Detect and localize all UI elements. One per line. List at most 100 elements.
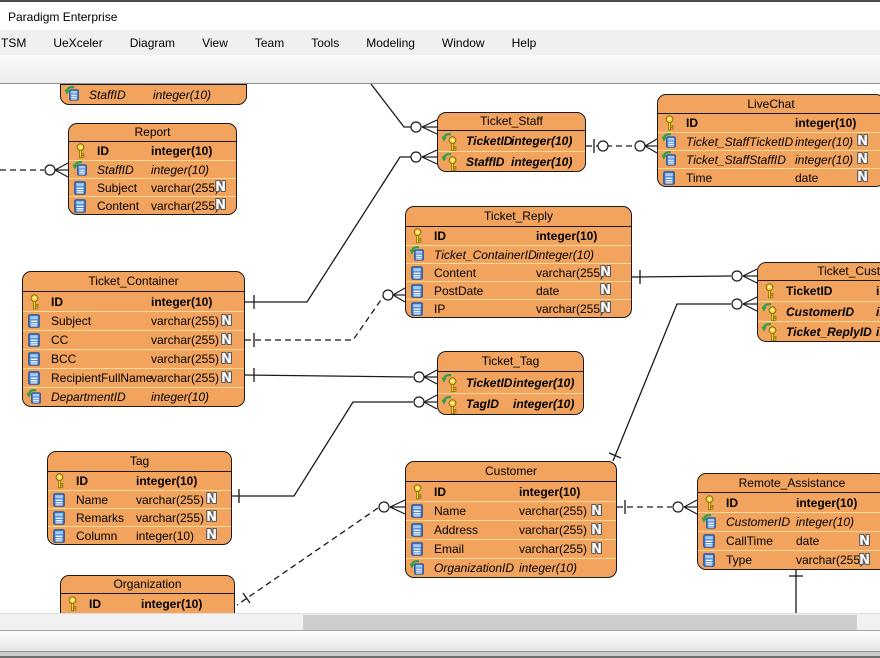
menu-view[interactable]: View: [202, 36, 228, 50]
erd-table-livechat[interactable]: LiveChatIDinteger(10)Ticket_StaffTicketI…: [657, 94, 880, 187]
erd-table-ticket_custom[interactable]: Ticket_CustomTicketIDinteger(10)Customer…: [757, 262, 880, 342]
table-row-email[interactable]: Emailvarchar(255)N: [406, 539, 616, 558]
relationship-connector[interactable]: [586, 139, 657, 153]
table-row-ip[interactable]: IPvarchar(255)N: [406, 299, 631, 317]
table-row-staffid[interactable]: StaffIDinteger(10): [438, 151, 585, 171]
erd-table-ticket_reply[interactable]: Ticket_ReplyIDinteger(10)Ticket_Containe…: [405, 206, 632, 318]
table-row-ticketid[interactable]: TicketIDinteger(10): [438, 131, 585, 151]
erd-table-customer[interactable]: CustomerIDinteger(10)Namevarchar(255)NAd…: [405, 461, 617, 578]
primary-foreign-key-icon: [443, 152, 461, 171]
table-row-customerid[interactable]: CustomerIDinteger(10): [758, 301, 880, 321]
table-row-time[interactable]: TimedateN: [658, 168, 880, 186]
menu-tsm[interactable]: TSM: [1, 36, 26, 50]
menu-help[interactable]: Help: [512, 36, 537, 50]
menu-team[interactable]: Team: [255, 36, 284, 50]
erd-table-tag[interactable]: TagIDinteger(10)Namevarchar(255)NRemarks…: [47, 451, 232, 545]
table-title: Organization: [61, 576, 234, 594]
table-row-subject[interactable]: Subjectvarchar(255)N: [69, 178, 236, 196]
table-row-remarks[interactable]: Remarksvarchar(255)N: [48, 508, 231, 526]
erd-table-ticket_staff[interactable]: Ticket_StaffTicketIDinteger(10)StaffIDin…: [437, 112, 586, 172]
column-icon: [411, 502, 429, 520]
table-row-content[interactable]: Contentvarchar(255)N: [406, 263, 631, 281]
nullable-icon: N: [221, 314, 232, 329]
table-row-address[interactable]: Addressvarchar(255)N: [406, 520, 616, 539]
table-row-ticketid[interactable]: TicketIDinteger(10): [758, 281, 880, 301]
table-row-recipientfullname[interactable]: RecipientFullNamevarchar(255)N: [23, 368, 244, 387]
table-row-customerid[interactable]: CustomerIDinteger(10): [698, 512, 880, 531]
cardinality-zero-icon: [414, 372, 424, 382]
column-name: ID: [686, 116, 698, 130]
diagram-canvas[interactable]: StaffIDinteger(10)ReportIDinteger(10)Sta…: [0, 84, 880, 613]
table-row-organizationid[interactable]: OrganizationIDinteger(10): [406, 558, 616, 577]
table-row-cc[interactable]: CCvarchar(255)N: [23, 330, 244, 349]
primary-key-icon: [28, 292, 46, 311]
column-name: Ticket_ReplyID: [786, 325, 872, 339]
table-row-postdate[interactable]: PostDatedateN: [406, 281, 631, 299]
cardinality-zero-icon: [598, 141, 608, 151]
table-row-name[interactable]: Namevarchar(255)N: [406, 501, 616, 520]
column-type: integer(10): [511, 134, 572, 148]
relationship-connector[interactable]: [245, 288, 405, 347]
relationship-connector[interactable]: [609, 297, 757, 461]
table-title: Remote_Assistance: [698, 474, 880, 493]
crowfoot-icon: [390, 500, 405, 514]
table-row-id[interactable]: IDinteger(10): [61, 594, 234, 613]
table-row-column[interactable]: Columninteger(10)N: [48, 526, 231, 544]
column-name: TagID: [466, 397, 499, 411]
menu-tools[interactable]: Tools: [311, 36, 339, 50]
table-row-id[interactable]: ID integer(10): [69, 142, 236, 160]
column-type: date: [796, 534, 819, 548]
erd-table-ticket_tag[interactable]: Ticket_TagTicketIDinteger(10)TagIDintege…: [437, 351, 584, 415]
table-row-ticket_containerid[interactable]: Ticket_ContainerIDinteger(10): [406, 245, 631, 263]
table-row-ticketid[interactable]: TicketIDinteger(10): [438, 372, 583, 393]
table-row-tagid[interactable]: TagIDinteger(10): [438, 393, 583, 414]
erd-table-report[interactable]: ReportIDinteger(10)StaffIDinteger(10)Sub…: [68, 123, 237, 215]
table-row-id[interactable]: IDinteger(10): [698, 493, 880, 512]
column-type: date: [536, 284, 559, 298]
scrollbar-thumb[interactable]: [303, 615, 857, 630]
relationship-connector[interactable]: [617, 500, 697, 514]
table-row-id[interactable]: IDinteger(10): [48, 472, 231, 490]
table-row-ticket_replyid[interactable]: Ticket_ReplyIDinteger(10): [758, 321, 880, 341]
erd-table-organization[interactable]: OrganizationIDinteger(10)N: [60, 575, 235, 613]
relationship-connector[interactable]: [0, 163, 68, 177]
relationship-connector[interactable]: [789, 568, 803, 613]
column-icon: [411, 540, 429, 558]
table-row-staffid[interactable]: StaffIDinteger(10): [69, 160, 236, 178]
table-row-id[interactable]: IDinteger(10): [658, 114, 880, 132]
column-type: integer(10): [511, 155, 572, 169]
column-name: ID: [97, 144, 109, 158]
relationship-connector[interactable]: [245, 368, 437, 384]
column-name: ID: [726, 496, 738, 510]
erd-table-ticket_container[interactable]: Ticket_ContainerIDinteger(10)Subjectvarc…: [22, 271, 245, 407]
foreign-key-icon: [411, 559, 429, 577]
column-icon: [28, 312, 46, 330]
menu-diagram[interactable]: Diagram: [130, 36, 175, 50]
menu-window[interactable]: Window: [442, 36, 485, 50]
table-row-name[interactable]: Namevarchar(255)N: [48, 490, 231, 508]
menu-modeling[interactable]: Modeling: [366, 36, 415, 50]
table-row-ticket_staffstaffid[interactable]: Ticket_StaffStaffIDinteger(10)N: [658, 150, 880, 168]
column-type: integer(10): [151, 144, 212, 158]
erd-table-remote_assistance[interactable]: Remote_AssistanceIDinteger(10)CustomerID…: [697, 473, 880, 570]
relationship-connector[interactable]: [371, 84, 437, 134]
erd-table-unnamed[interactable]: StaffIDinteger(10): [60, 84, 247, 105]
column-type: varchar(255): [151, 314, 219, 328]
table-row-id[interactable]: IDinteger(10): [406, 227, 631, 245]
relationship-connector[interactable]: [237, 500, 405, 605]
table-row-id[interactable]: IDinteger(10): [406, 482, 616, 501]
table-row-ticket_staffticketid[interactable]: Ticket_StaffTicketIDinteger(10)N: [658, 132, 880, 150]
table-row-content[interactable]: Contentvarchar(255)N: [69, 196, 236, 214]
table-row-bcc[interactable]: BCCvarchar(255)N: [23, 349, 244, 368]
crowfoot-icon: [645, 139, 657, 153]
horizontal-scrollbar[interactable]: [0, 613, 880, 630]
table-row-departmentid[interactable]: DepartmentIDinteger(10): [23, 387, 244, 406]
table-row-subject[interactable]: Subjectvarchar(255)N: [23, 311, 244, 330]
table-row-type[interactable]: Typevarchar(255)N: [698, 550, 880, 569]
menu-uexceler[interactable]: UeXceler: [53, 36, 102, 50]
table-row-staffid[interactable]: StaffIDinteger(10): [61, 85, 246, 104]
table-row-id[interactable]: IDinteger(10): [23, 292, 244, 311]
column-icon: [28, 350, 46, 368]
relationship-connector[interactable]: [632, 269, 757, 284]
table-row-calltime[interactable]: CallTimedateN: [698, 531, 880, 550]
